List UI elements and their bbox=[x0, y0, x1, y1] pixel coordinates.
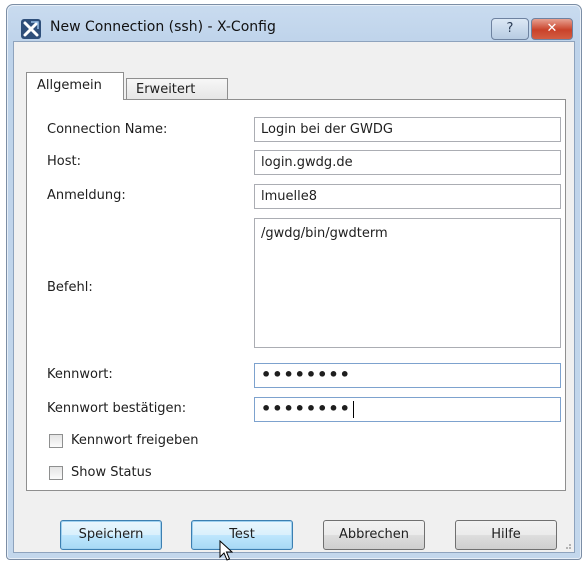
password-input[interactable]: •••••••• bbox=[254, 363, 561, 388]
password-confirm-value: •••••••• bbox=[261, 399, 351, 418]
dialog-window: New Connection (ssh) - X-Config ? ✕ Allg… bbox=[6, 4, 582, 561]
share-password-label: Kennwort freigeben bbox=[71, 433, 199, 448]
host-label: Host: bbox=[47, 154, 81, 169]
password-confirm-input[interactable]: •••••••• bbox=[254, 397, 561, 422]
host-input[interactable]: login.gwdg.de bbox=[254, 150, 561, 175]
window-title: New Connection (ssh) - X-Config bbox=[50, 19, 276, 35]
mouse-pointer-icon bbox=[219, 540, 233, 561]
command-label: Befehl: bbox=[47, 280, 93, 295]
cancel-button[interactable]: Abbrechen bbox=[323, 520, 425, 550]
password-label: Kennwort: bbox=[47, 367, 113, 382]
tab-panel-general: Connection Name: Login bei der GWDG Host… bbox=[26, 99, 566, 491]
connection-name-input[interactable]: Login bei der GWDG bbox=[254, 117, 561, 142]
help-icon[interactable]: ? bbox=[491, 18, 529, 40]
help-button[interactable]: Hilfe bbox=[455, 520, 557, 550]
login-input[interactable]: lmuelle8 bbox=[254, 184, 561, 209]
test-button[interactable]: Test bbox=[191, 520, 293, 550]
login-label: Anmeldung: bbox=[47, 188, 126, 203]
resize-grip-icon[interactable] bbox=[562, 540, 572, 550]
text-caret bbox=[352, 401, 354, 418]
share-password-checkbox-row[interactable]: Kennwort freigeben bbox=[49, 433, 199, 448]
close-icon[interactable]: ✕ bbox=[531, 18, 573, 40]
share-password-checkbox[interactable] bbox=[49, 433, 63, 448]
command-textarea[interactable]: /gwdg/bin/gwdterm bbox=[254, 218, 561, 348]
password-confirm-label: Kennwort bestätigen: bbox=[47, 401, 187, 416]
show-status-checkbox[interactable] bbox=[49, 465, 63, 480]
show-status-label: Show Status bbox=[71, 465, 152, 480]
dialog-client-area: Allgemein Erweitert Connection Name: Log… bbox=[13, 41, 575, 561]
tab-allgemein[interactable]: Allgemein bbox=[26, 72, 124, 100]
x-config-app-icon bbox=[21, 19, 41, 39]
connection-name-label: Connection Name: bbox=[47, 122, 168, 137]
save-button[interactable]: Speichern bbox=[60, 520, 162, 550]
show-status-checkbox-row[interactable]: Show Status bbox=[49, 465, 152, 480]
